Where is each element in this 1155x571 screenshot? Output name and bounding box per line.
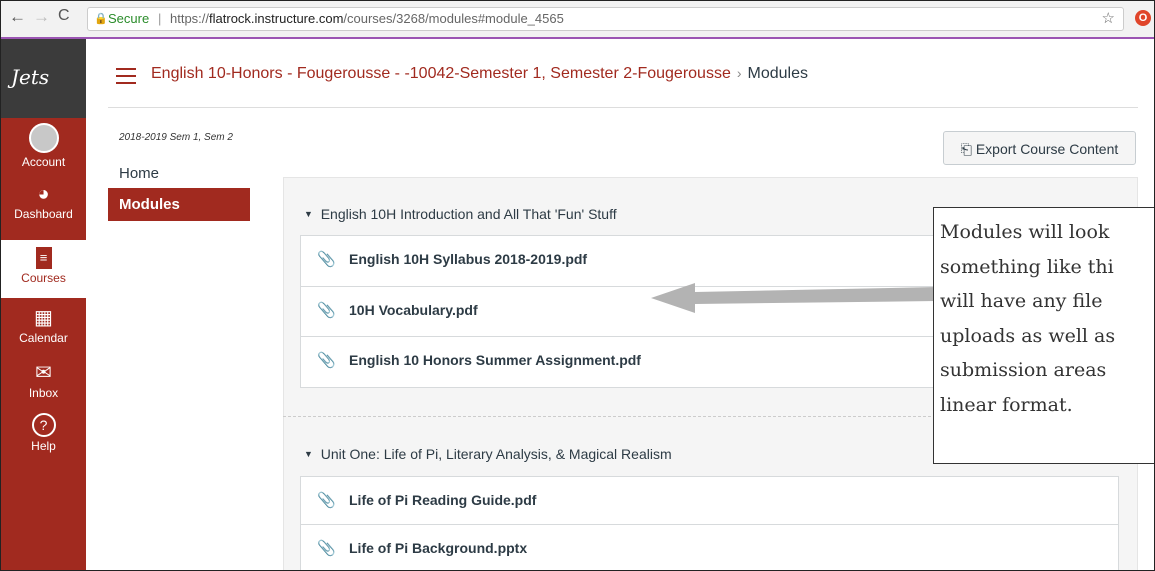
attachment-icon: 📎: [317, 492, 336, 509]
annotation-line: submission areas: [940, 359, 1107, 381]
module-item-title[interactable]: English 10H Syllabus 2018-2019.pdf: [349, 251, 587, 267]
header-divider: [108, 107, 1138, 108]
global-nav-label: Calendar: [19, 331, 68, 345]
logo-area[interactable]: Jets: [1, 39, 86, 118]
forward-icon[interactable]: →: [33, 7, 50, 27]
breadcrumb: English 10-Honors - Fougerousse - -10042…: [151, 65, 808, 83]
url-text: https://flatrock.instructure.com/courses…: [170, 11, 564, 26]
module-title: English 10H Introduction and All That 'F…: [320, 206, 617, 222]
module-item[interactable]: 📎 Life of Pi Background.pptx: [301, 525, 1118, 570]
module-item-title[interactable]: English 10 Honors Summer Assignment.pdf: [349, 352, 641, 368]
global-nav-label: Help: [31, 439, 56, 453]
export-course-content-button[interactable]: ⎗ Export Course Content: [943, 131, 1136, 165]
url-separator: |: [158, 11, 162, 26]
breadcrumb-current: Modules: [747, 65, 808, 82]
annotation-line: Modules will look: [940, 221, 1110, 243]
breadcrumb-separator-icon: ›: [736, 65, 742, 81]
global-nav-label: Dashboard: [14, 207, 73, 221]
global-nav-label: Inbox: [28, 386, 59, 400]
dashboard-icon: ◕: [37, 183, 50, 205]
global-nav-account[interactable]: Account: [1, 123, 86, 169]
courses-icon: ≡: [35, 247, 52, 269]
global-nav-courses[interactable]: ≡ Courses: [1, 240, 86, 298]
module-items-list: 📎 Life of Pi Reading Guide.pdf 📎 Life of…: [300, 476, 1119, 570]
module-item-title[interactable]: Life of Pi Background.pptx: [349, 540, 527, 556]
secure-label: Secure: [108, 11, 150, 26]
global-nav-label: Courses: [21, 271, 66, 285]
inbox-icon: ✉: [35, 362, 52, 384]
extension-icon[interactable]: O: [1135, 10, 1151, 26]
module-item-title[interactable]: 10H Vocabulary.pdf: [349, 302, 478, 318]
collapse-caret-icon[interactable]: ▼: [304, 449, 313, 459]
module-item[interactable]: 📎 Life of Pi Reading Guide.pdf: [301, 477, 1118, 525]
help-icon: ?: [31, 413, 56, 437]
annotation-arrow-icon: [651, 283, 936, 313]
annotation-callout: Modules will look something like thi wil…: [933, 207, 1154, 464]
attachment-icon: 📎: [317, 540, 336, 557]
hamburger-menu-icon[interactable]: [116, 68, 136, 89]
attachment-icon: 📎: [317, 302, 336, 319]
module-title: Unit One: Life of Pi, Literary Analysis,…: [320, 446, 672, 462]
export-icon: ⎗: [960, 141, 972, 157]
screenshot-frame: ← → C 🔒 Secure | https://flatrock.instru…: [0, 0, 1155, 571]
browser-toolbar: ← → C 🔒 Secure | https://flatrock.instru…: [1, 1, 1154, 39]
address-bar[interactable]: 🔒 Secure | https://flatrock.instructure.…: [87, 7, 1124, 31]
school-logo: Jets: [11, 65, 50, 89]
global-nav-help[interactable]: ? Help: [1, 413, 86, 453]
module-item-title[interactable]: Life of Pi Reading Guide.pdf: [349, 492, 536, 508]
global-nav-dashboard[interactable]: ◕ Dashboard: [1, 183, 86, 221]
bookmark-star-icon[interactable]: ☆: [1102, 8, 1115, 30]
global-nav-calendar[interactable]: ▦ Calendar: [1, 307, 86, 345]
course-nav-modules[interactable]: Modules: [108, 188, 250, 221]
back-icon[interactable]: ←: [9, 7, 26, 27]
annotation-line: uploads as well as: [940, 324, 1116, 347]
lock-icon: 🔒: [94, 13, 108, 25]
avatar-icon: [28, 123, 59, 153]
annotation-line: linear format.: [940, 393, 1073, 416]
course-term: 2018-2019 Sem 1, Sem 2: [119, 132, 233, 143]
attachment-icon: 📎: [317, 251, 336, 268]
calendar-icon: ▦: [34, 307, 53, 329]
global-nav-inbox[interactable]: ✉ Inbox: [1, 362, 86, 400]
annotation-line: something like thi: [940, 255, 1114, 278]
course-nav-home[interactable]: Home: [119, 165, 159, 182]
module-header[interactable]: ▼ Unit One: Life of Pi, Literary Analysi…: [304, 446, 672, 462]
collapse-caret-icon[interactable]: ▼: [304, 209, 313, 219]
breadcrumb-course-link[interactable]: English 10-Honors - Fougerousse - -10042…: [151, 65, 731, 82]
attachment-icon: 📎: [317, 352, 336, 369]
reload-icon[interactable]: C: [58, 7, 70, 25]
global-nav-label: Account: [21, 155, 66, 169]
annotation-line: will have any file: [940, 290, 1103, 312]
export-button-label: Export Course Content: [975, 141, 1119, 157]
global-nav: Jets Account ◕ Dashboard ≡ Courses ▦ Cal…: [1, 39, 86, 570]
module-header[interactable]: ▼ English 10H Introduction and All That …: [304, 206, 617, 222]
